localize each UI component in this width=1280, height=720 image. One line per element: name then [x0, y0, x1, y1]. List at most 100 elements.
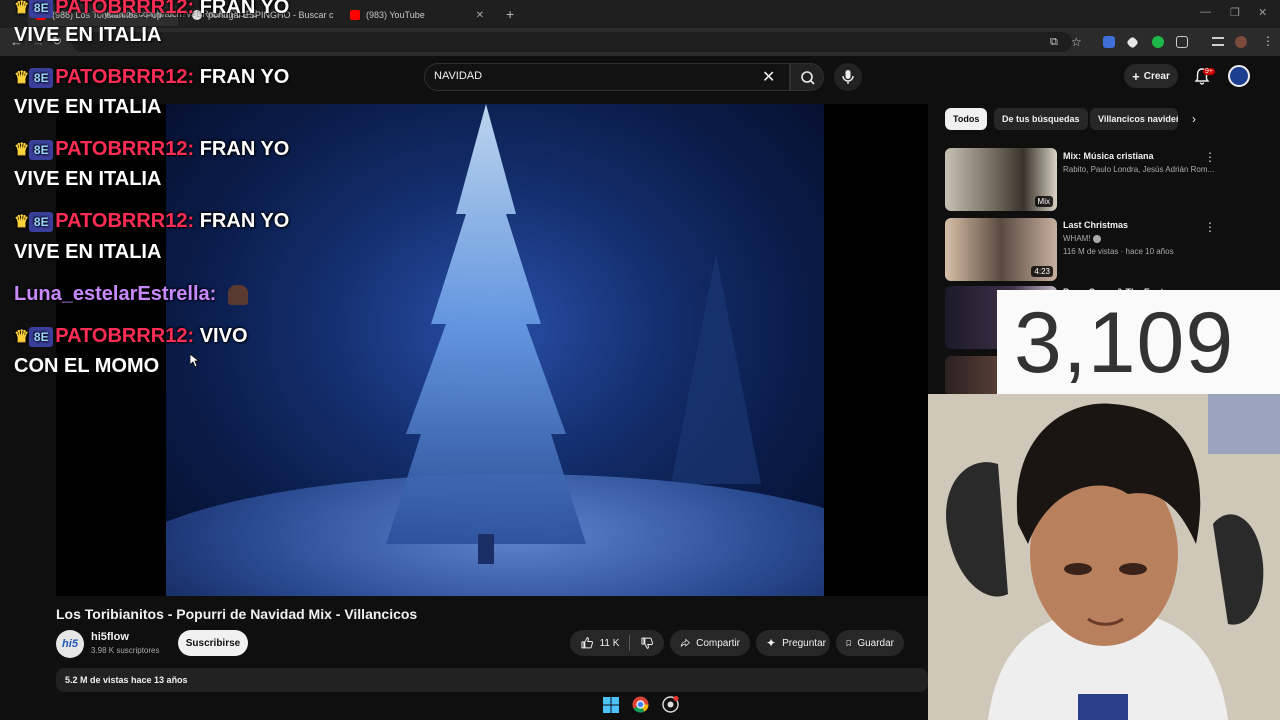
crown-icon: ♛	[14, 0, 30, 17]
chat-text: CON EL MOMO	[14, 355, 160, 377]
chip-from-searches[interactable]: De tus búsquedas	[994, 108, 1088, 130]
profile-avatar[interactable]	[1235, 36, 1247, 48]
reading-list-icon[interactable]	[1212, 37, 1224, 46]
search-value: NAVIDAD	[434, 70, 483, 82]
chip-all[interactable]: Todos	[945, 108, 988, 130]
notification-badge: 9+	[1203, 68, 1215, 75]
bookmark-icon	[846, 640, 851, 647]
mix-badge: Mix	[1034, 196, 1053, 207]
crown-icon: ♛	[14, 140, 30, 159]
verified-icon	[1092, 234, 1101, 243]
create-button[interactable]: + Crear	[1124, 64, 1178, 88]
chip-villancicos[interactable]: Villancicos navideños	[1090, 108, 1178, 130]
chat-badge-icon: 8E	[29, 0, 54, 18]
chat-message: ♛ 8E PATOBRRR12: FRAN YO	[14, 210, 289, 233]
recommendation-title[interactable]: Mix: Música cristiana	[1063, 151, 1154, 161]
chat-badge-icon: 8E	[29, 211, 54, 232]
chat-message: ♛ 8E PATOBRRR12: FRAN YO	[14, 138, 289, 161]
subscribe-button[interactable]: Suscribirse	[178, 630, 248, 656]
streamer-image	[928, 394, 1280, 720]
chat-message: ♛ 8E PATOBRRR12: VIVO	[14, 325, 248, 348]
search-icon	[801, 71, 815, 85]
chat-message: ♛ 8E PATOBRRR12: FRAN YO	[14, 0, 289, 19]
close-window-icon[interactable]: ✕	[1258, 6, 1267, 19]
recommendation-title[interactable]: Last Christmas	[1063, 220, 1128, 230]
chat-username: PATOBRRR12:	[55, 138, 195, 160]
voice-search-button[interactable]	[834, 63, 862, 91]
chat-text: FRAN YO	[199, 210, 290, 232]
chat-text: VIVE EN ITALIA	[14, 241, 162, 263]
recommendation-thumbnail[interactable]: 4:23	[945, 218, 1057, 281]
channel-avatar[interactable]: hi5	[56, 630, 84, 658]
obs-app-icon[interactable]	[662, 696, 679, 713]
sparkle-icon: ✦	[766, 636, 777, 650]
chat-text: VIVO	[199, 325, 248, 347]
minimize-icon[interactable]: —	[1200, 6, 1211, 18]
video-player[interactable]	[56, 104, 928, 596]
windows-icon[interactable]	[603, 697, 619, 713]
recommendation-channel: WHAM!	[1063, 234, 1101, 243]
save-label: Guardar	[857, 637, 894, 649]
like-count[interactable]: 11 K	[600, 638, 620, 649]
chat-username: PATOBRRR12:	[55, 325, 195, 347]
crown-icon: ♛	[14, 327, 30, 346]
plus-icon: +	[1132, 68, 1140, 84]
clear-search-icon[interactable]: ✕	[762, 67, 775, 87]
maximize-icon[interactable]: ❐	[1230, 6, 1240, 19]
save-button[interactable]: Guardar	[836, 630, 904, 656]
recommendation-thumbnail[interactable]: Mix	[945, 148, 1057, 211]
like-dislike-group: 11 K	[570, 630, 664, 656]
extension-icon[interactable]	[1103, 36, 1115, 48]
ask-button[interactable]: ✦ Preguntar	[756, 630, 830, 656]
browser-menu-icon[interactable]: ⋮	[1262, 34, 1274, 48]
chevron-right-icon[interactable]: ›	[1192, 112, 1196, 126]
mic-icon	[842, 70, 854, 84]
chat-badge-icon: 8E	[29, 139, 54, 160]
video-frame	[166, 104, 824, 596]
christmas-tree	[386, 104, 586, 564]
channel-name: WHAM!	[1063, 234, 1091, 243]
chat-username: PATOBRRR12:	[55, 0, 195, 18]
taskbar	[0, 692, 928, 720]
mouse-cursor-icon	[190, 354, 200, 368]
chat-text: VIVE EN ITALIA	[14, 24, 162, 46]
emote-icon	[227, 284, 248, 305]
chat-username: PATOBRRR12:	[55, 66, 195, 88]
share-label: Compartir	[696, 637, 740, 649]
tab-label: (983) YouTube	[366, 10, 425, 20]
chrome-icon[interactable]	[632, 696, 649, 713]
video-title: Los Toribianitos - Popurri de Navidad Mi…	[56, 606, 418, 622]
share-icon	[680, 638, 690, 647]
share-button[interactable]: Compartir	[670, 630, 750, 656]
chat-username: Luna_estelarEstrella:	[14, 283, 217, 305]
chat-message: Luna_estelarEstrella:	[14, 283, 248, 306]
extension-icon[interactable]	[1152, 36, 1164, 48]
chat-text: FRAN YO	[199, 0, 290, 18]
channel-subscriber-count: 3.98 K suscriptores	[91, 646, 160, 655]
chat-text: FRAN YO	[199, 66, 290, 88]
dislike-icon[interactable]	[640, 636, 654, 650]
browser-toolbar: ← → ↻ ⚙	[0, 28, 1280, 75]
like-icon[interactable]	[580, 636, 594, 650]
divider	[629, 635, 631, 651]
bookmark-star-icon[interactable]: ☆	[1071, 35, 1082, 49]
install-app-icon[interactable]: ⧉	[1050, 36, 1058, 49]
more-options-icon[interactable]: ⋮	[1204, 220, 1216, 234]
youtube-favicon-icon	[350, 10, 360, 20]
ask-label: Preguntar	[782, 637, 826, 649]
browser-tab-youtube[interactable]: (983) YouTube ✕	[342, 4, 492, 26]
search-button[interactable]	[790, 63, 824, 91]
chat-text: VIVE EN ITALIA	[14, 168, 162, 190]
extensions-puzzle-icon[interactable]	[1176, 36, 1188, 48]
channel-name[interactable]: hi5flow	[91, 631, 129, 643]
new-tab-button[interactable]: +	[506, 6, 514, 22]
chat-badge-icon: 8E	[29, 326, 54, 347]
counter-value: 3,109	[1014, 295, 1235, 391]
create-label: Crear	[1143, 70, 1170, 82]
user-avatar[interactable]	[1228, 65, 1250, 87]
chat-username: PATOBRRR12:	[55, 210, 195, 232]
address-bar[interactable]	[72, 32, 1072, 52]
more-options-icon[interactable]: ⋮	[1204, 150, 1216, 164]
chat-badge-icon: 8E	[29, 67, 54, 88]
close-tab-icon[interactable]: ✕	[476, 10, 484, 21]
